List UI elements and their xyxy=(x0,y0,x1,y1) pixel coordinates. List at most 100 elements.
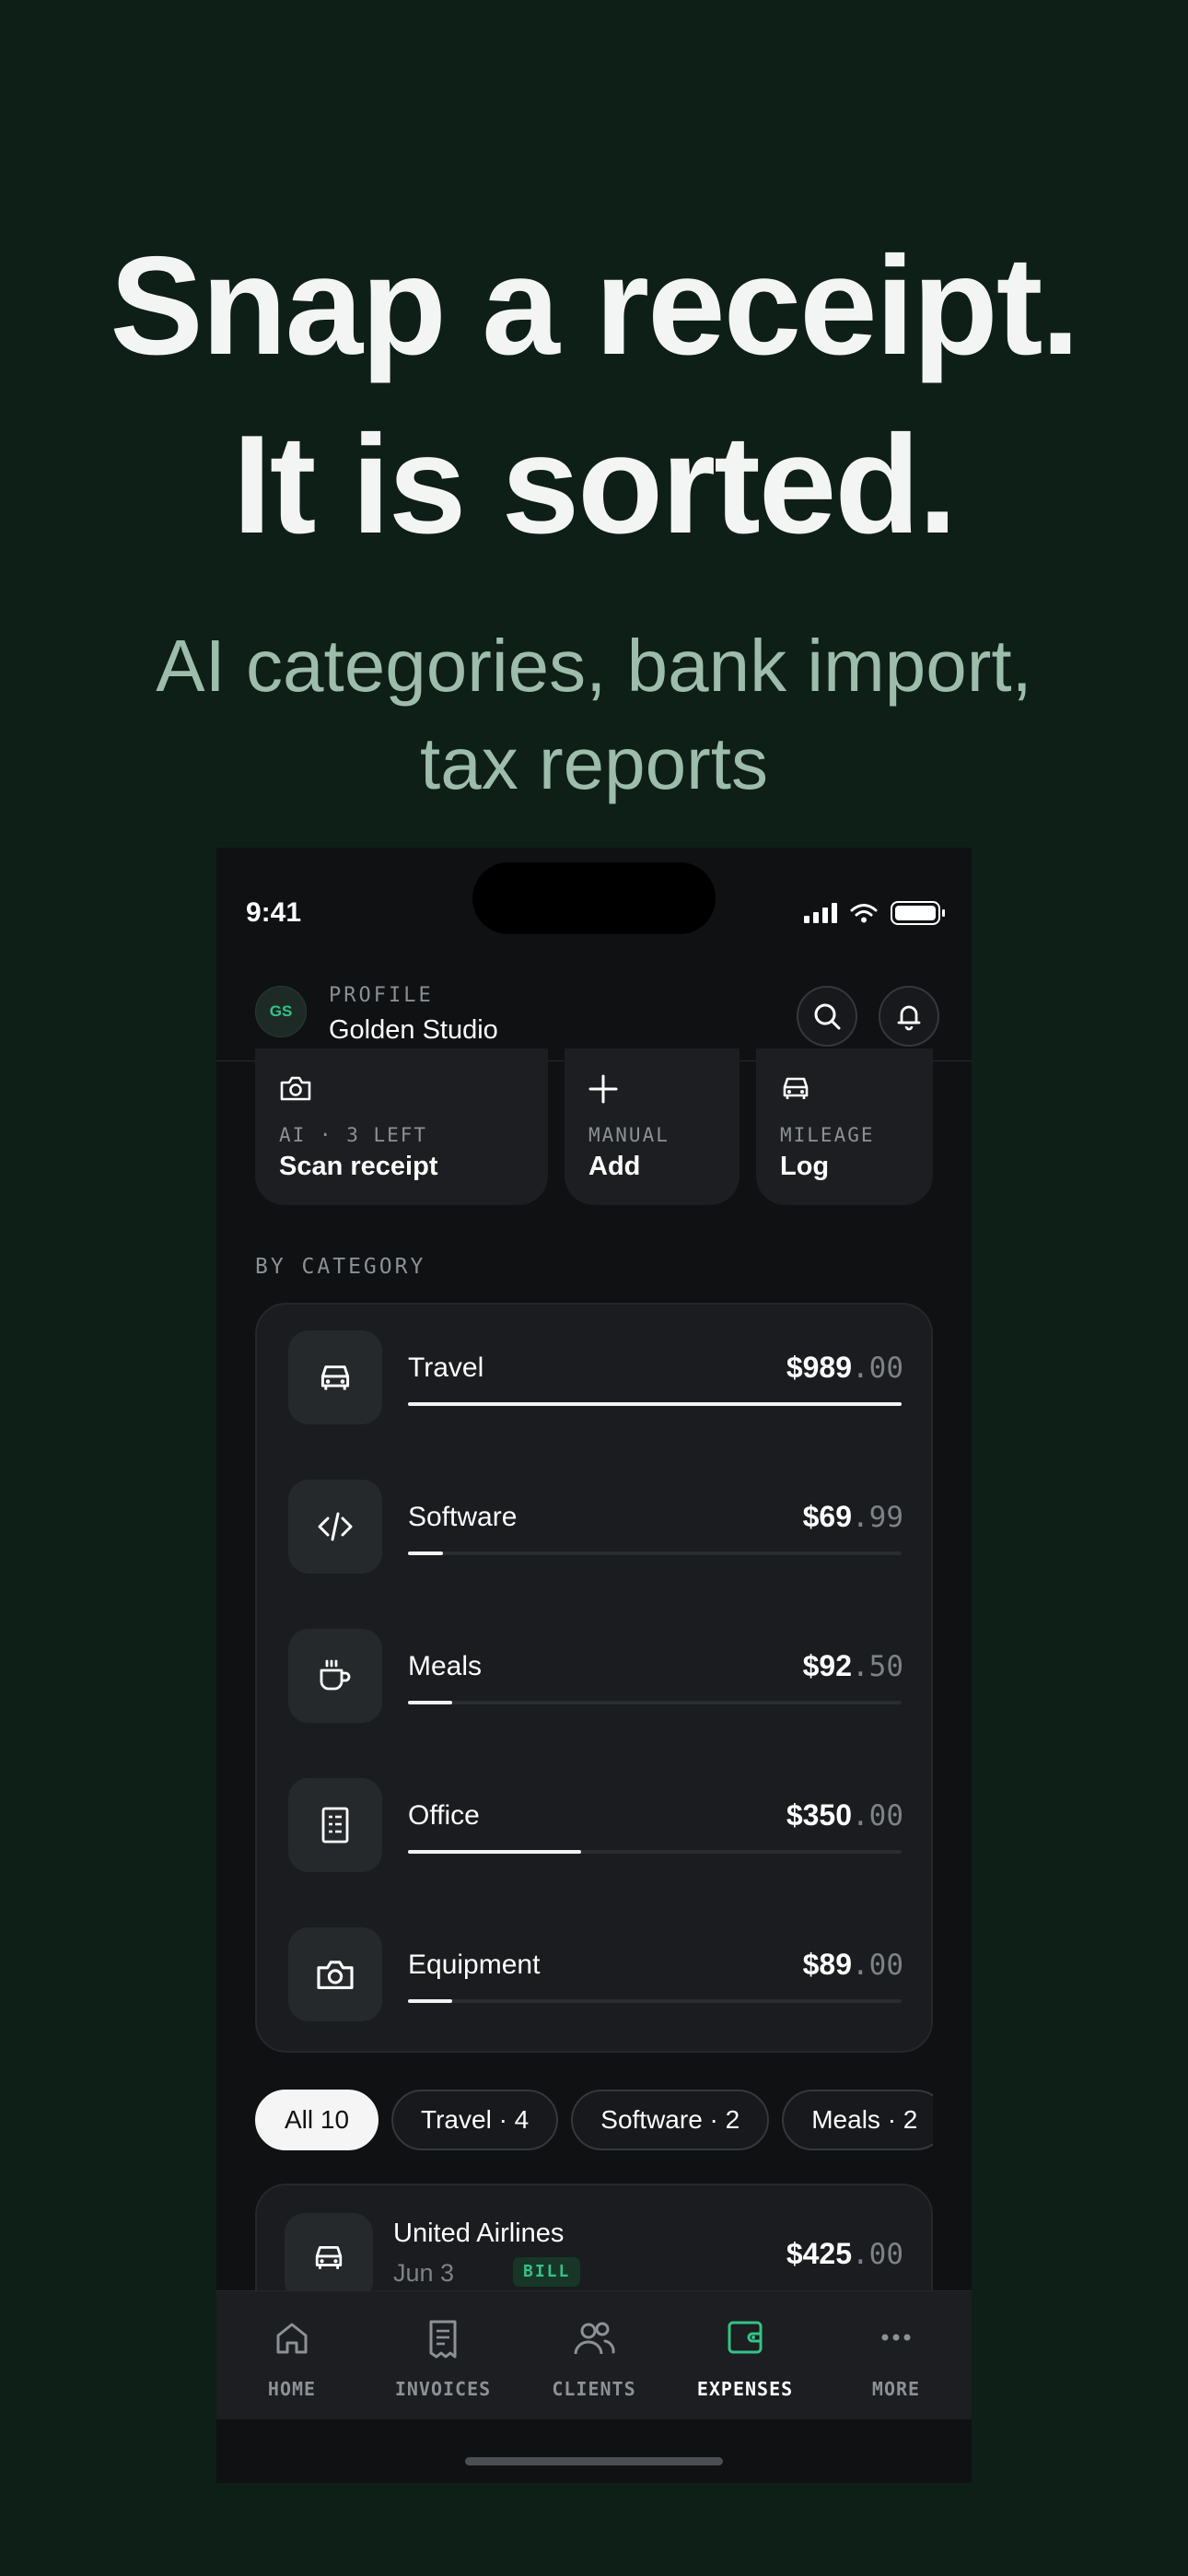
tab-home[interactable]: HOME xyxy=(216,2291,367,2419)
category-progress-track xyxy=(408,1701,902,1704)
amount-dollars: $69 xyxy=(802,1500,852,1533)
category-row-software[interactable]: Software $69.99 xyxy=(257,1454,935,1603)
quick-action-label: Add xyxy=(588,1152,641,1181)
transaction-date: Jun 3 xyxy=(393,2259,455,2287)
document-icon xyxy=(288,1778,382,1872)
category-progress-track xyxy=(408,1551,902,1555)
category-progress-fill xyxy=(408,1701,453,1704)
camera-icon xyxy=(288,1927,382,2021)
amount-cents: .00 xyxy=(852,1352,903,1385)
category-name: Meals xyxy=(408,1651,483,1681)
category-card: Travel $989.00 Software $69.99 Meals $92… xyxy=(255,1303,933,2053)
signal-icon xyxy=(804,903,837,923)
camera-icon xyxy=(279,1074,312,1107)
code-icon xyxy=(288,1480,382,1574)
app-header: GS PROFILE Golden Studio xyxy=(216,958,972,1061)
car-icon xyxy=(288,1330,382,1424)
filter-chips: All 10 Travel · 4 Software · 2 Meals · 2 xyxy=(255,2090,933,2154)
home-icon xyxy=(273,2319,311,2362)
status-time: 9:41 xyxy=(246,897,302,928)
category-amount: $92.50 xyxy=(803,1649,903,1683)
amount-dollars: $425 xyxy=(786,2237,852,2270)
quick-action-kicker: MANUAL xyxy=(588,1124,670,1146)
amount-dollars: $350 xyxy=(786,1798,852,1832)
search-button[interactable] xyxy=(797,986,857,1047)
home-indicator[interactable] xyxy=(465,2457,723,2465)
hero-subtitle: AI categories, bank import, tax reports xyxy=(0,617,1188,813)
amount-cents: .00 xyxy=(852,2238,903,2271)
profile-name[interactable]: Golden Studio xyxy=(329,1015,498,1046)
category-amount: $989.00 xyxy=(786,1351,903,1385)
category-row-office[interactable]: Office $350.00 xyxy=(257,1752,935,1902)
category-row-meals[interactable]: Meals $92.50 xyxy=(257,1603,935,1752)
more-icon xyxy=(878,2319,914,2360)
tab-label: HOME xyxy=(267,2378,317,2400)
category-progress-track xyxy=(408,1402,902,1406)
quick-action-kicker: AI · 3 LEFT xyxy=(279,1124,428,1146)
tab-label: INVOICES xyxy=(394,2378,492,2400)
category-progress-fill xyxy=(408,1402,902,1406)
category-name: Travel xyxy=(408,1352,484,1383)
category-amount: $350.00 xyxy=(786,1798,903,1832)
tab-invoices[interactable]: INVOICES xyxy=(367,2291,518,2419)
wallet-icon xyxy=(725,2319,765,2360)
tab-clients[interactable]: CLIENTS xyxy=(518,2291,670,2419)
hero-title-line1: Snap a receipt. xyxy=(110,228,1079,384)
tab-expenses[interactable]: EXPENSES xyxy=(670,2291,821,2419)
dynamic-island xyxy=(472,862,716,934)
scan-receipt-button[interactable]: AI · 3 LEFT Scan receipt xyxy=(255,1048,548,1205)
category-amount: $69.99 xyxy=(803,1500,903,1534)
avatar[interactable]: GS xyxy=(255,986,307,1037)
battery-icon xyxy=(891,901,945,925)
manual-add-button[interactable]: MANUAL Add xyxy=(565,1048,740,1205)
hero-title: Snap a receipt. It is sorted. xyxy=(0,217,1188,574)
tab-more[interactable]: MORE xyxy=(821,2291,972,2419)
quick-action-label: Scan receipt xyxy=(279,1152,438,1181)
category-progress-track xyxy=(408,1850,902,1854)
category-progress-fill xyxy=(408,1850,581,1854)
category-name: Equipment xyxy=(408,1950,541,1980)
tab-label: MORE xyxy=(871,2378,921,2400)
filter-chip-travel[interactable]: Travel · 4 xyxy=(391,2090,559,2150)
users-icon xyxy=(572,2319,616,2362)
coffee-cup-icon xyxy=(288,1629,382,1723)
category-progress-fill xyxy=(408,1999,453,2003)
category-row-travel[interactable]: Travel $989.00 xyxy=(257,1305,935,1454)
hero-subtitle-line2: tax reports xyxy=(420,722,768,804)
category-name: Office xyxy=(408,1800,480,1831)
hero-title-line2: It is sorted. xyxy=(232,406,958,563)
hero-subtitle-line1: AI categories, bank import, xyxy=(156,625,1032,707)
quick-action-label: Log xyxy=(780,1152,830,1181)
bell-icon xyxy=(897,1005,921,1031)
category-name: Software xyxy=(408,1502,518,1532)
amount-dollars: $92 xyxy=(802,1649,852,1682)
by-category-label: BY CATEGORY xyxy=(255,1255,426,1279)
amount-dollars: $89 xyxy=(802,1948,852,1981)
amount-cents: .00 xyxy=(852,1949,903,1982)
transaction-name: United Airlines xyxy=(393,2219,565,2248)
profile-kicker: PROFILE xyxy=(329,984,434,1007)
car-icon xyxy=(780,1074,811,1107)
car-icon xyxy=(285,2213,373,2301)
filter-chip-all[interactable]: All 10 xyxy=(255,2090,379,2150)
amount-cents: .99 xyxy=(852,1501,903,1534)
receipt-icon xyxy=(425,2319,460,2364)
filter-chip-meals[interactable]: Meals · 2 xyxy=(782,2090,933,2150)
category-progress-track xyxy=(408,1999,902,2003)
category-progress-fill xyxy=(408,1551,443,1555)
filter-chip-software[interactable]: Software · 2 xyxy=(571,2090,770,2150)
quick-action-kicker: MILEAGE xyxy=(780,1124,875,1146)
tab-bar: HOME INVOICES CLIENTS EXPENSES MORE xyxy=(216,2290,972,2419)
category-amount: $89.00 xyxy=(803,1948,903,1982)
amount-dollars: $989 xyxy=(786,1351,852,1384)
search-icon xyxy=(814,1003,841,1030)
amount-cents: .50 xyxy=(852,1650,903,1683)
category-row-equipment[interactable]: Equipment $89.00 xyxy=(257,1902,935,2051)
notifications-button[interactable] xyxy=(879,986,939,1047)
wifi-icon xyxy=(850,904,878,923)
transaction-amount: $425.00 xyxy=(786,2237,903,2271)
status-icons xyxy=(804,901,945,925)
tab-label: CLIENTS xyxy=(552,2378,636,2400)
status-badge: BILL xyxy=(513,2257,581,2287)
mileage-log-button[interactable]: MILEAGE Log xyxy=(756,1048,933,1205)
